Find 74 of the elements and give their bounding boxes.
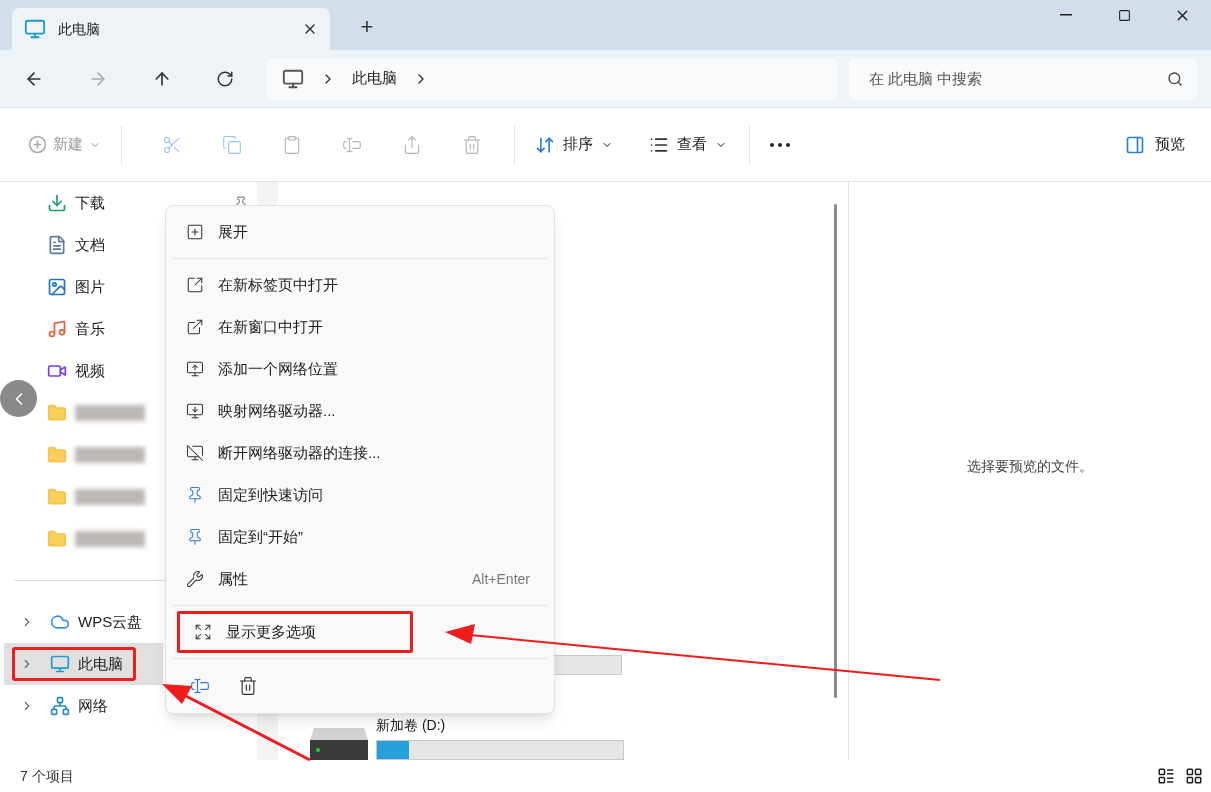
menu-item[interactable]: 断开网络驱动器的连接... xyxy=(172,432,548,474)
drive-name[interactable]: 新加卷 (D:) xyxy=(376,715,624,736)
network-icon xyxy=(50,696,70,716)
address-field[interactable]: 此电脑 xyxy=(266,57,838,100)
trash-icon xyxy=(462,134,482,155)
new-window-icon xyxy=(186,318,204,336)
share-icon xyxy=(402,134,422,155)
details-view-button[interactable] xyxy=(1157,767,1175,785)
menu-item[interactable]: 映射网络驱动器... xyxy=(172,390,548,432)
view-button[interactable]: 查看 xyxy=(649,133,727,156)
expand-icon xyxy=(194,623,212,641)
grid-view-icon xyxy=(1185,767,1203,785)
network-drive-icon xyxy=(186,402,204,420)
monitor-icon xyxy=(50,654,70,674)
new-tab-icon xyxy=(186,276,204,294)
wrench-icon xyxy=(186,570,204,588)
paste-icon xyxy=(282,134,302,155)
menu-item[interactable]: 固定到快速访问 xyxy=(172,474,548,516)
minimize-icon xyxy=(1060,14,1072,16)
hard-drive-icon xyxy=(308,726,370,760)
disconnect-drive-icon xyxy=(186,444,204,462)
menu-item[interactable]: 在新窗口中打开 xyxy=(172,306,548,348)
delete-button[interactable] xyxy=(238,676,258,696)
rename-icon xyxy=(190,676,210,696)
network-location-icon xyxy=(186,360,204,378)
scrollbar[interactable] xyxy=(834,204,837,698)
picture-icon xyxy=(47,277,67,297)
shortcut-label: Alt+Enter xyxy=(472,569,531,589)
blurred-label xyxy=(75,405,145,421)
pin-icon xyxy=(186,528,204,546)
preview-message: 选择要预览的文件。 xyxy=(967,456,1093,476)
cloud-icon xyxy=(50,612,70,632)
list-view-icon xyxy=(1157,767,1175,785)
maximize-icon xyxy=(1117,8,1131,22)
menu-item[interactable]: 添加一个网络位置 xyxy=(172,348,548,390)
cut-icon xyxy=(162,134,182,155)
search-icon xyxy=(1167,70,1183,87)
tiles-view-button[interactable] xyxy=(1185,767,1203,785)
more-icon xyxy=(770,142,790,147)
plus-circle-icon xyxy=(28,135,47,154)
blurred-label xyxy=(75,531,145,547)
trash-icon xyxy=(238,676,258,696)
blurred-label xyxy=(75,447,145,463)
more-button[interactable] xyxy=(770,142,790,147)
item-count: 7 个项目 xyxy=(20,766,74,786)
menu-item[interactable]: 固定到“开始” xyxy=(172,516,548,558)
panel-icon xyxy=(1125,134,1145,155)
document-icon xyxy=(47,235,67,255)
sidebar-item[interactable]: 此电脑 xyxy=(4,643,163,685)
copy-icon xyxy=(222,134,242,155)
folder-icon xyxy=(47,487,67,507)
sort-button[interactable]: 排序 xyxy=(535,133,613,156)
pin-icon xyxy=(186,486,204,504)
folder-icon xyxy=(47,445,67,465)
preview-button[interactable]: 预览 xyxy=(1125,133,1185,156)
breadcrumb[interactable]: 此电脑 xyxy=(352,67,397,90)
menu-item[interactable]: 显示更多选项 xyxy=(177,611,413,653)
plus-square-icon xyxy=(186,223,204,241)
menu-item[interactable]: 在新标签页中打开 xyxy=(172,264,548,306)
folder-icon xyxy=(47,403,67,423)
rename-button[interactable] xyxy=(190,676,210,696)
refresh-icon xyxy=(216,69,234,88)
monitor-icon xyxy=(282,67,304,90)
search-field[interactable]: 在 此电脑 中搜索 xyxy=(849,57,1197,100)
sidebar-item[interactable]: WPS云盘 xyxy=(4,601,163,643)
blurred-label xyxy=(75,489,145,505)
music-icon xyxy=(47,319,67,339)
download-icon xyxy=(47,193,67,213)
sidebar-item[interactable]: 网络 xyxy=(4,685,163,727)
folder-icon xyxy=(47,529,67,549)
monitor-icon xyxy=(24,18,46,40)
browser-tab[interactable]: 此电脑 xyxy=(12,8,330,50)
menu-item[interactable]: 属性 Alt+Enter xyxy=(172,558,548,600)
new-tab-button[interactable]: + xyxy=(350,12,384,42)
